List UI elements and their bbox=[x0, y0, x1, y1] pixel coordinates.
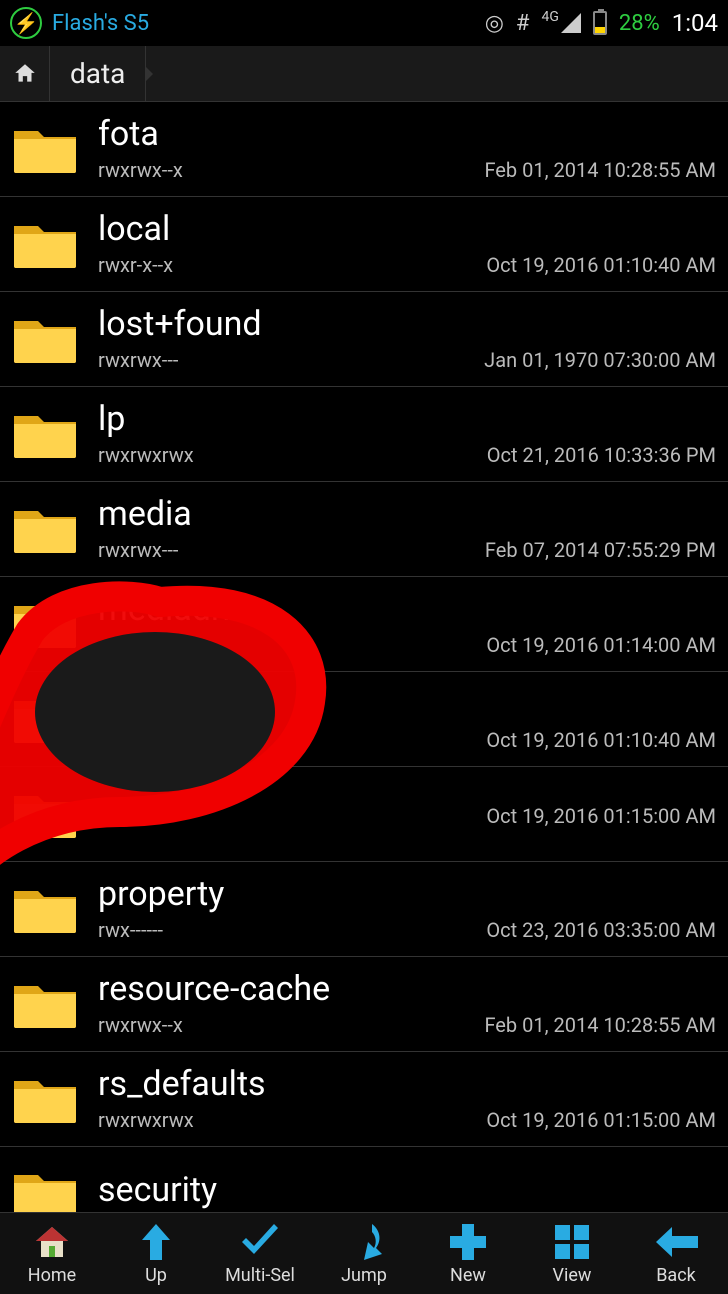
device-name: Flash's S5 bbox=[52, 11, 149, 36]
folder-row[interactable]: resource-cache rwxrwx--x Feb 01, 2014 10… bbox=[0, 957, 728, 1052]
folder-row[interactable]: fota rwxrwx--x Feb 01, 2014 10:28:55 AM bbox=[0, 102, 728, 197]
folder-date: Feb 07, 2014 07:55:29 PM bbox=[485, 538, 716, 562]
clock: 1:04 bbox=[672, 9, 718, 37]
folder-name: security bbox=[98, 1172, 716, 1209]
folder-icon bbox=[12, 1073, 78, 1125]
folder-date: Oct 19, 2016 01:10:40 AM bbox=[486, 253, 716, 277]
breadcrumb[interactable]: data bbox=[0, 46, 728, 102]
folder-row[interactable]: security bbox=[0, 1147, 728, 1212]
file-list: fota rwxrwx--x Feb 01, 2014 10:28:55 AM … bbox=[0, 102, 728, 1212]
folder-perms: rwxr-x--x bbox=[98, 253, 173, 277]
folder-row[interactable]: media rwxrwx--- Feb 07, 2014 07:55:29 PM bbox=[0, 482, 728, 577]
check-icon bbox=[238, 1221, 282, 1263]
multisel-label: Multi-Sel bbox=[225, 1265, 295, 1286]
up-button[interactable]: Up bbox=[104, 1213, 208, 1294]
folder-row[interactable]: property rwx------ Oct 23, 2016 03:35:00… bbox=[0, 862, 728, 957]
folder-icon bbox=[12, 503, 78, 555]
breadcrumb-segment[interactable]: data bbox=[50, 46, 146, 101]
folder-row[interactable]: mediadrm rwxrwx--- Oct 19, 2016 01:14:00… bbox=[0, 577, 728, 672]
view-button[interactable]: View bbox=[520, 1213, 624, 1294]
folder-name: misc bbox=[98, 686, 716, 723]
hash-icon: # bbox=[516, 11, 530, 36]
folder-perms: rwxrwx--- bbox=[98, 348, 178, 372]
folder-perms: rwxrwx--- bbox=[98, 538, 178, 562]
hotspot-icon: ◎ bbox=[485, 11, 504, 36]
jump-icon bbox=[342, 1221, 386, 1263]
network-label: 4G bbox=[541, 9, 558, 25]
multisel-button[interactable]: Multi-Sel bbox=[208, 1213, 312, 1294]
arrow-left-icon bbox=[654, 1221, 698, 1263]
signal-icon bbox=[561, 13, 581, 33]
folder-name: rs_defaults bbox=[98, 1066, 716, 1103]
home-button[interactable]: Home bbox=[0, 1213, 104, 1294]
folder-name: mediadrm bbox=[98, 591, 716, 628]
lightning-icon: ⚡ bbox=[10, 7, 42, 39]
back-button[interactable]: Back bbox=[624, 1213, 728, 1294]
battery-percent: 28% bbox=[619, 11, 660, 36]
folder-date: Oct 19, 2016 01:15:00 AM bbox=[486, 804, 716, 828]
folder-perms: rwxrwxrwx bbox=[98, 1108, 194, 1132]
folder-row[interactable]: local rwxr-x--x Oct 19, 2016 01:10:40 AM bbox=[0, 197, 728, 292]
up-label: Up bbox=[145, 1265, 167, 1286]
folder-perms: rwxrwxrwx bbox=[98, 443, 194, 467]
status-bar: ⚡ Flash's S5 ◎ # 4G 28% 1:04 bbox=[0, 0, 728, 46]
view-label: View bbox=[553, 1265, 592, 1286]
folder-icon bbox=[12, 788, 78, 840]
folder-icon bbox=[12, 883, 78, 935]
folder-name: local bbox=[98, 211, 716, 248]
folder-date: Feb 01, 2014 10:28:55 AM bbox=[484, 158, 716, 182]
folder-perms: rwxrwx--x bbox=[98, 1013, 183, 1037]
folder-icon bbox=[12, 123, 78, 175]
folder-name: media bbox=[98, 496, 716, 533]
folder-row[interactable]: misc rwxrwx--t Oct 19, 2016 01:10:40 AM bbox=[0, 672, 728, 767]
folder-icon bbox=[12, 693, 78, 745]
folder-row[interactable]: Oct 19, 2016 01:15:00 AM bbox=[0, 767, 728, 862]
folder-date: Oct 19, 2016 01:15:00 AM bbox=[486, 1108, 716, 1132]
new-button[interactable]: New bbox=[416, 1213, 520, 1294]
arrow-up-icon bbox=[138, 1221, 174, 1263]
plus-icon bbox=[448, 1221, 488, 1263]
folder-icon bbox=[12, 978, 78, 1030]
grid-icon bbox=[553, 1221, 591, 1263]
folder-date: Oct 21, 2016 10:33:36 PM bbox=[487, 443, 716, 467]
folder-name: fota bbox=[98, 116, 716, 153]
battery-icon bbox=[593, 11, 607, 35]
folder-icon bbox=[12, 598, 78, 650]
folder-name: resource-cache bbox=[98, 971, 716, 1008]
home-icon bbox=[32, 1221, 72, 1263]
folder-perms: rwxrwx--x bbox=[98, 158, 183, 182]
folder-icon bbox=[12, 1167, 78, 1213]
folder-date: Feb 01, 2014 10:28:55 AM bbox=[484, 1013, 716, 1037]
back-label: Back bbox=[656, 1265, 696, 1286]
folder-name: property bbox=[98, 876, 716, 913]
folder-date: Jan 01, 1970 07:30:00 AM bbox=[484, 348, 716, 372]
folder-row[interactable]: lp rwxrwxrwx Oct 21, 2016 10:33:36 PM bbox=[0, 387, 728, 482]
jump-label: Jump bbox=[341, 1265, 387, 1286]
folder-perms: rwx------ bbox=[98, 918, 163, 942]
folder-date: Oct 19, 2016 01:10:40 AM bbox=[486, 728, 716, 752]
folder-date: Oct 23, 2016 03:35:00 AM bbox=[486, 918, 716, 942]
new-label: New bbox=[450, 1265, 486, 1286]
bottom-toolbar: Home Up Multi-Sel Jump New View Back bbox=[0, 1212, 728, 1294]
folder-icon bbox=[12, 408, 78, 460]
folder-row[interactable]: rs_defaults rwxrwxrwx Oct 19, 2016 01:15… bbox=[0, 1052, 728, 1147]
jump-button[interactable]: Jump bbox=[312, 1213, 416, 1294]
folder-icon bbox=[12, 218, 78, 270]
folder-perms: rwxrwx--t bbox=[98, 728, 179, 752]
home-label: Home bbox=[28, 1265, 76, 1286]
folder-icon bbox=[12, 313, 78, 365]
breadcrumb-home-icon[interactable] bbox=[0, 46, 50, 101]
folder-name: lp bbox=[98, 401, 716, 438]
folder-date: Oct 19, 2016 01:14:00 AM bbox=[486, 633, 716, 657]
folder-perms: rwxrwx--- bbox=[98, 633, 178, 657]
folder-name: lost+found bbox=[98, 306, 716, 343]
folder-row[interactable]: lost+found rwxrwx--- Jan 01, 1970 07:30:… bbox=[0, 292, 728, 387]
